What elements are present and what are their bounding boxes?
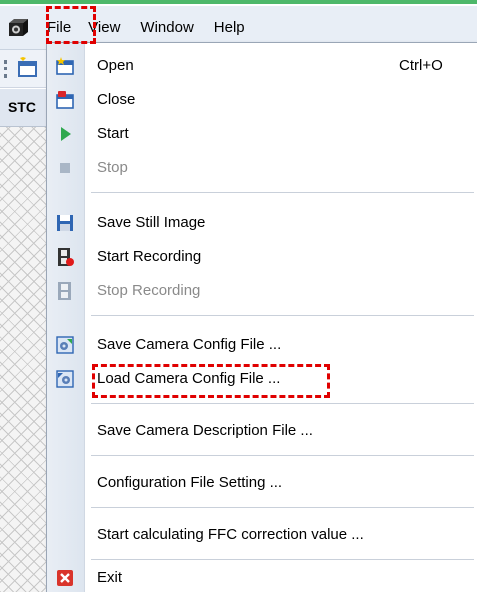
menu-file-label: File [47, 18, 72, 36]
exit-icon [55, 568, 75, 588]
menu-item-configuration-file-setting[interactable]: Configuration File Setting ... [47, 466, 477, 500]
menu-view-label: View [88, 18, 121, 36]
menu-separator [91, 455, 474, 456]
menu-separator [91, 507, 474, 508]
menu-separator [91, 403, 474, 404]
film-icon [55, 281, 75, 301]
menu-item-load-camera-config-label: Load Camera Config File ... [97, 370, 281, 387]
document-tab-label: STC [8, 99, 36, 115]
menu-item-start[interactable]: Start [47, 117, 477, 151]
menu-item-stop-recording[interactable]: Stop Recording [47, 274, 477, 308]
film-record-icon [55, 247, 75, 267]
menu-item-save-still-image[interactable]: Save Still Image [47, 206, 477, 240]
app-camera-icon[interactable] [0, 6, 36, 50]
toolbar-grip [4, 60, 7, 78]
config-load-icon [55, 369, 75, 389]
menu-window-label: Window [140, 18, 194, 36]
menu-item-open-shortcut: Ctrl+O [399, 57, 443, 74]
menu-item-save-camera-config[interactable]: Save Camera Config File ... [47, 328, 477, 362]
stop-icon [55, 158, 75, 178]
config-save-icon [55, 335, 75, 355]
menu-item-configuration-file-setting-label: Configuration File Setting ... [97, 474, 283, 491]
menu-window[interactable]: Window [130, 13, 203, 43]
menu-separator [91, 192, 474, 193]
menu-item-start-ffc-calculation-label: Start calculating FFC correction value .… [97, 526, 364, 543]
menu-item-open[interactable]: Open Ctrl+O [47, 49, 477, 83]
menu-item-save-camera-config-label: Save Camera Config File ... [97, 336, 282, 353]
file-dropdown-menu: Open Ctrl+O Close Start Stop Save Still … [46, 42, 477, 592]
menu-item-close-label: Close [97, 91, 136, 108]
menu-help-label: Help [213, 18, 245, 36]
menu-separator [91, 559, 474, 560]
menu-item-load-camera-config[interactable]: Load Camera Config File ... [47, 362, 477, 396]
menu-item-exit-label: Exit [97, 569, 123, 586]
menu-file[interactable]: File [40, 13, 78, 43]
toolbar-open-icon[interactable] [16, 56, 40, 80]
menu-view[interactable]: View [78, 13, 130, 43]
menu-item-save-camera-description-label: Save Camera Description File ... [97, 422, 313, 439]
menu-item-start-ffc-calculation[interactable]: Start calculating FFC correction value .… [47, 518, 477, 552]
menu-item-open-label: Open [97, 57, 134, 74]
menu-item-stop[interactable]: Stop [47, 151, 477, 185]
open-icon [55, 56, 75, 76]
menu-item-start-label: Start [97, 125, 129, 142]
menu-item-save-camera-description[interactable]: Save Camera Description File ... [47, 414, 477, 448]
menu-item-close[interactable]: Close [47, 83, 477, 117]
menu-item-save-still-image-label: Save Still Image [97, 214, 206, 231]
menu-item-start-recording[interactable]: Start Recording [47, 240, 477, 274]
menu-item-start-recording-label: Start Recording [97, 248, 202, 265]
close-doc-icon [55, 90, 75, 110]
floppy-icon [55, 213, 75, 233]
menu-item-exit[interactable]: Exit [47, 561, 477, 592]
menu-help[interactable]: Help [204, 13, 255, 43]
play-icon [55, 124, 75, 144]
menu-separator [91, 315, 474, 316]
menu-item-stop-label: Stop [97, 159, 128, 176]
menu-item-stop-recording-label: Stop Recording [97, 282, 201, 299]
